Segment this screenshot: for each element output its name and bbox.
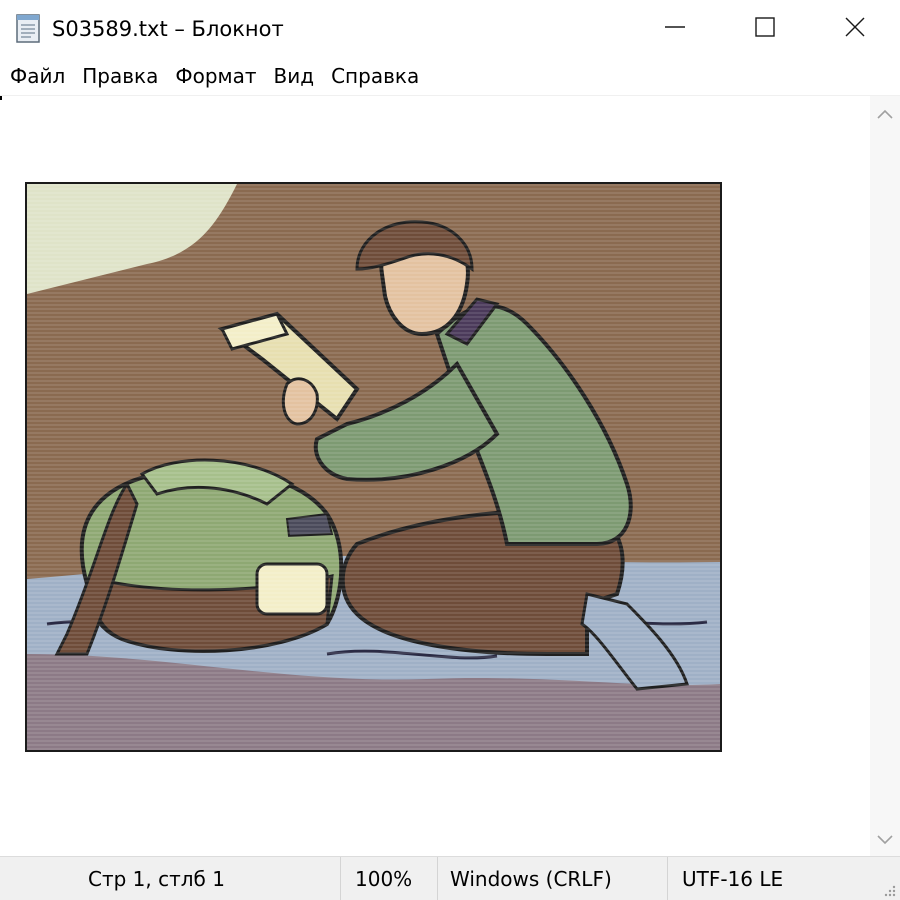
zoom-level: 100% [340, 857, 437, 900]
status-bar: Стр 1, стлб 1 100% Windows (CRLF) UTF-16… [0, 856, 900, 900]
maximize-icon [754, 16, 776, 42]
menu-help[interactable]: Справка [323, 60, 428, 94]
window-title: S03589.txt – Блокнот [52, 17, 284, 41]
menu-file[interactable]: Файл [2, 60, 74, 94]
minimize-icon [664, 16, 686, 42]
text-caret [0, 96, 2, 100]
chevron-down-icon [877, 830, 893, 849]
notepad-icon [14, 12, 44, 44]
close-button[interactable] [810, 0, 900, 58]
menu-bar: Файл Правка Формат Вид Справка [0, 58, 900, 96]
menu-format[interactable]: Формат [167, 60, 265, 94]
menu-edit[interactable]: Правка [74, 60, 167, 94]
cursor-position: Стр 1, стлб 1 [88, 867, 225, 891]
title-bar[interactable]: S03589.txt – Блокнот [0, 0, 900, 58]
ascii-art-picture [25, 182, 722, 752]
chevron-up-icon [877, 104, 893, 123]
scroll-down-button[interactable] [870, 822, 900, 856]
maximize-button[interactable] [720, 0, 810, 58]
vertical-scrollbar[interactable] [870, 96, 900, 856]
menu-view[interactable]: Вид [266, 60, 324, 94]
minimize-button[interactable] [630, 0, 720, 58]
resize-grip-icon[interactable] [882, 882, 896, 897]
line-ending: Windows (CRLF) [437, 857, 667, 900]
scroll-up-button[interactable] [870, 96, 900, 130]
close-icon [844, 16, 866, 42]
encoding: UTF-16 LE [667, 857, 870, 900]
